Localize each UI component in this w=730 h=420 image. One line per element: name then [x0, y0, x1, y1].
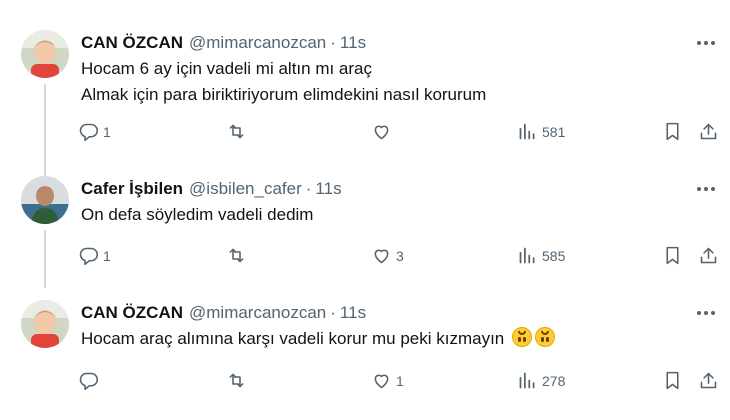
- reply-icon: [79, 247, 99, 266]
- retweet-icon: [229, 248, 244, 263]
- views-icon: [519, 247, 535, 264]
- tweet-2[interactable]: Cafer İşbilen @isbilen_cafer · 11s On de…: [0, 176, 730, 288]
- reply-count: 1: [103, 123, 111, 140]
- share-icon: [700, 247, 717, 264]
- author-handle[interactable]: @isbilen_cafer: [189, 179, 302, 199]
- more-icon[interactable]: [692, 178, 720, 200]
- views-button[interactable]: 581: [517, 121, 565, 142]
- share-button[interactable]: [698, 245, 719, 266]
- separator: ·: [330, 33, 336, 52]
- like-count: 1: [396, 372, 404, 389]
- tweet-text: On defa söyledim vadeli dedim: [81, 202, 313, 228]
- separator: ·: [330, 303, 336, 322]
- retweet-button[interactable]: [226, 245, 251, 266]
- tweet-text-line: Hocam 6 ay için vadeli mi altın mı araç: [81, 59, 372, 78]
- views-count: 278: [542, 372, 566, 389]
- more-icon[interactable]: [692, 302, 720, 324]
- tweet-3[interactable]: CAN ÖZCAN @mimarcanozcan · 11s Hocam ara…: [0, 300, 730, 410]
- like-button[interactable]: 1: [371, 370, 404, 391]
- like-icon: [374, 125, 389, 140]
- bookmark-icon: [666, 371, 679, 390]
- reply-icon: [79, 372, 99, 391]
- author-handle[interactable]: @mimarcanozcan: [189, 303, 326, 323]
- author-name[interactable]: Cafer İşbilen: [81, 179, 183, 199]
- tweet-header: Cafer İşbilen @isbilen_cafer · 11s: [81, 178, 342, 200]
- share-button[interactable]: [698, 121, 719, 142]
- like-button[interactable]: [371, 121, 396, 142]
- like-icon: [374, 374, 389, 389]
- upside-down-face-icon: [512, 327, 532, 347]
- timestamp[interactable]: 11s: [340, 303, 366, 323]
- views-icon: [519, 123, 535, 140]
- reply-count: 1: [103, 247, 111, 264]
- reply-button[interactable]: [78, 370, 103, 391]
- tweet-text: Hocam araç alımına karşı vadeli korur mu…: [81, 326, 555, 352]
- tweet-header: CAN ÖZCAN @mimarcanozcan · 11s: [81, 302, 366, 324]
- bookmark-icon: [666, 246, 679, 265]
- bookmark-button[interactable]: [662, 370, 683, 391]
- reply-icon: [79, 123, 99, 142]
- views-icon: [519, 372, 535, 389]
- share-button[interactable]: [698, 370, 719, 391]
- like-button[interactable]: 3: [371, 245, 404, 266]
- retweet-icon: [229, 124, 244, 139]
- retweet-button[interactable]: [226, 121, 251, 142]
- tweet-text-line: Almak için para biriktiriyorum elimdekin…: [81, 85, 487, 104]
- avatar[interactable]: [21, 30, 69, 78]
- tweet-header: CAN ÖZCAN @mimarcanozcan · 11s: [81, 32, 366, 54]
- tweet-text-content: Hocam araç alımına karşı vadeli korur mu…: [81, 329, 505, 348]
- views-button[interactable]: 278: [517, 370, 565, 391]
- like-count: 3: [396, 247, 404, 264]
- views-count: 581: [542, 123, 566, 140]
- timestamp[interactable]: 11s: [340, 33, 366, 53]
- views-button[interactable]: 585: [517, 245, 565, 266]
- bookmark-icon: [666, 122, 679, 141]
- like-icon: [374, 249, 389, 264]
- tweet-text: Hocam 6 ay için vadeli mi altın mı araç …: [81, 56, 486, 108]
- separator: ·: [305, 179, 312, 198]
- author-handle[interactable]: @mimarcanozcan: [189, 33, 326, 53]
- bookmark-button[interactable]: [662, 121, 683, 142]
- more-icon[interactable]: [692, 32, 720, 54]
- reply-button[interactable]: 1: [78, 121, 111, 142]
- bookmark-button[interactable]: [662, 245, 683, 266]
- avatar[interactable]: [21, 300, 69, 348]
- author-name[interactable]: CAN ÖZCAN: [81, 33, 183, 53]
- share-icon: [700, 372, 717, 389]
- retweet-button[interactable]: [226, 370, 251, 391]
- timestamp[interactable]: 11s: [315, 179, 341, 199]
- tweet-text-line: On defa söyledim vadeli dedim: [81, 205, 314, 224]
- tweet-actions: 1 581: [0, 121, 730, 145]
- retweet-icon: [229, 373, 244, 388]
- author-name[interactable]: CAN ÖZCAN: [81, 303, 183, 323]
- tweet-1[interactable]: CAN ÖZCAN @mimarcanozcan · 11s Hocam 6 a…: [0, 30, 730, 194]
- reply-button[interactable]: 1: [78, 245, 111, 266]
- tweet-actions: 1 278: [0, 370, 730, 394]
- views-count: 585: [542, 247, 566, 264]
- tweet-actions: 1 3 585: [0, 245, 730, 269]
- avatar[interactable]: [21, 176, 69, 224]
- share-icon: [700, 123, 717, 140]
- tweet-text-line: Hocam araç alımına karşı vadeli korur mu…: [81, 326, 555, 352]
- upside-down-face-icon: [535, 327, 555, 347]
